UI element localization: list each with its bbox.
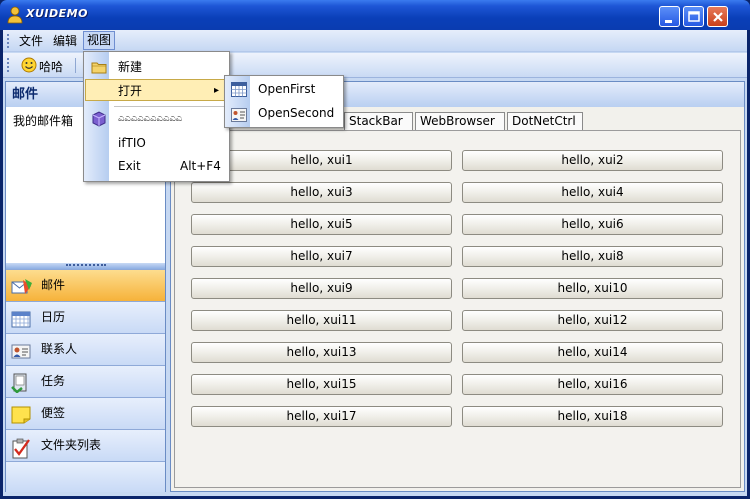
nav-item-label: 任务 — [41, 374, 66, 388]
tab-dotnetctrl[interactable]: DotNetCtrl — [507, 112, 583, 130]
nav-item-tasks[interactable]: 任务 — [6, 365, 165, 397]
menu-item-iftio[interactable]: ifTIO — [85, 132, 228, 154]
title-bar[interactable]: XUIDEMO — [0, 0, 750, 30]
nav-item-label: 联系人 — [41, 342, 78, 356]
toolbar-separator — [75, 58, 76, 73]
menu-item-label: OpenSecond — [258, 106, 335, 120]
nav-item-notes[interactable]: 便签 — [6, 397, 165, 429]
nav-item-label: 日历 — [41, 310, 66, 324]
hello-button-3[interactable]: hello, xui3 — [191, 182, 452, 203]
open-submenu: OpenFirst OpenSecond — [224, 75, 344, 128]
close-button[interactable] — [707, 6, 728, 27]
nav-item-calendar[interactable]: 日历 — [6, 301, 165, 333]
maximize-icon — [688, 11, 700, 22]
submenu-arrow-icon: ▸ — [214, 85, 220, 96]
close-icon — [713, 12, 723, 22]
menu-item-label: 打开 — [118, 84, 143, 98]
menu-view[interactable]: 视图 — [83, 31, 116, 50]
calendar-icon — [11, 309, 31, 328]
note-icon — [11, 405, 31, 424]
hello-button-12[interactable]: hello, xui12 — [462, 310, 723, 331]
menu-item-label: ಎಎಎಎಎಎಎಎಎಎ — [118, 113, 183, 124]
checklist-icon — [11, 437, 31, 459]
user-icon — [7, 6, 23, 24]
contact-card-icon — [231, 106, 247, 130]
mail-icon — [11, 277, 32, 295]
maximize-button[interactable] — [683, 6, 704, 27]
right-panel: StackBar WebBrowser DotNetCtrl hello, xu… — [170, 81, 745, 492]
nav-item-label: 文件夹列表 — [41, 438, 102, 452]
minimize-icon — [665, 20, 672, 23]
hello-button-10[interactable]: hello, xui10 — [462, 278, 723, 299]
haha-button[interactable]: 哈哈 — [19, 55, 65, 75]
hello-button-14[interactable]: hello, xui14 — [462, 342, 723, 363]
menu-item-label: OpenFirst — [258, 82, 316, 96]
nav-item-contacts[interactable]: 联系人 — [6, 333, 165, 365]
nav-item-label: 邮件 — [41, 278, 66, 292]
menu-item-symbols[interactable]: ಎಎಎಎಎಎಎಎಎಎ — [85, 106, 228, 132]
view-menu-dropdown: 新建 打开 ▸ ಎಎಎಎಎಎಎಎಎಎ ifTIO Exit Alt+F4 — [83, 51, 230, 182]
menu-item-label: 新建 — [118, 60, 143, 74]
menu-item-label: ifTIO — [118, 136, 146, 150]
nav-item-label: 便签 — [41, 406, 66, 420]
menu-edit[interactable]: 编辑 — [50, 31, 80, 51]
menu-item-open[interactable]: 打开 ▸ — [85, 79, 228, 101]
hello-button-15[interactable]: hello, xui15 — [191, 374, 452, 395]
task-icon — [11, 373, 31, 394]
menu-bar: 文件 编辑 视图 — [3, 30, 747, 52]
tree-item-my-mailbox[interactable]: 我的邮件箱 — [13, 112, 73, 129]
splitter-grip — [66, 264, 106, 267]
folder-icon — [91, 59, 107, 81]
hello-button-16[interactable]: hello, xui16 — [462, 374, 723, 395]
hello-button-18[interactable]: hello, xui18 — [462, 406, 723, 427]
tab-webbrowser[interactable]: WebBrowser — [415, 112, 505, 130]
menu-item-open-second[interactable]: OpenSecond — [226, 101, 342, 125]
nav-item-folder-list[interactable]: 文件夹列表 — [6, 429, 165, 461]
hello-button-13[interactable]: hello, xui13 — [191, 342, 452, 363]
hello-button-1[interactable]: hello, xui1 — [191, 150, 452, 171]
menu-item-exit[interactable]: Exit Alt+F4 — [85, 155, 228, 177]
hello-button-8[interactable]: hello, xui8 — [462, 246, 723, 267]
hello-button-7[interactable]: hello, xui7 — [191, 246, 452, 267]
smiley-icon — [21, 57, 37, 76]
toolbar-grip[interactable] — [7, 58, 10, 72]
hello-button-6[interactable]: hello, xui6 — [462, 214, 723, 235]
menu-item-label: Exit — [118, 159, 141, 173]
hello-button-9[interactable]: hello, xui9 — [191, 278, 452, 299]
hello-button-5[interactable]: hello, xui5 — [191, 214, 452, 235]
tab-stackbar[interactable]: StackBar — [344, 112, 413, 130]
menu-item-new[interactable]: 新建 — [85, 56, 228, 78]
nav-footer — [6, 461, 165, 492]
window-title: XUIDEMO — [26, 7, 88, 20]
nav-item-mail[interactable]: 邮件 — [6, 269, 165, 301]
hello-button-11[interactable]: hello, xui11 — [191, 310, 452, 331]
hello-button-4[interactable]: hello, xui4 — [462, 182, 723, 203]
haha-label: 哈哈 — [39, 60, 64, 74]
hello-button-2[interactable]: hello, xui2 — [462, 150, 723, 171]
minimize-button[interactable] — [659, 6, 680, 27]
hello-button-17[interactable]: hello, xui17 — [191, 406, 452, 427]
menubar-grip[interactable] — [7, 34, 10, 48]
menu-item-shortcut: Alt+F4 — [180, 159, 221, 173]
menu-item-open-first[interactable]: OpenFirst — [226, 77, 342, 101]
contact-card-icon — [11, 341, 31, 359]
menu-file[interactable]: 文件 — [16, 31, 46, 51]
